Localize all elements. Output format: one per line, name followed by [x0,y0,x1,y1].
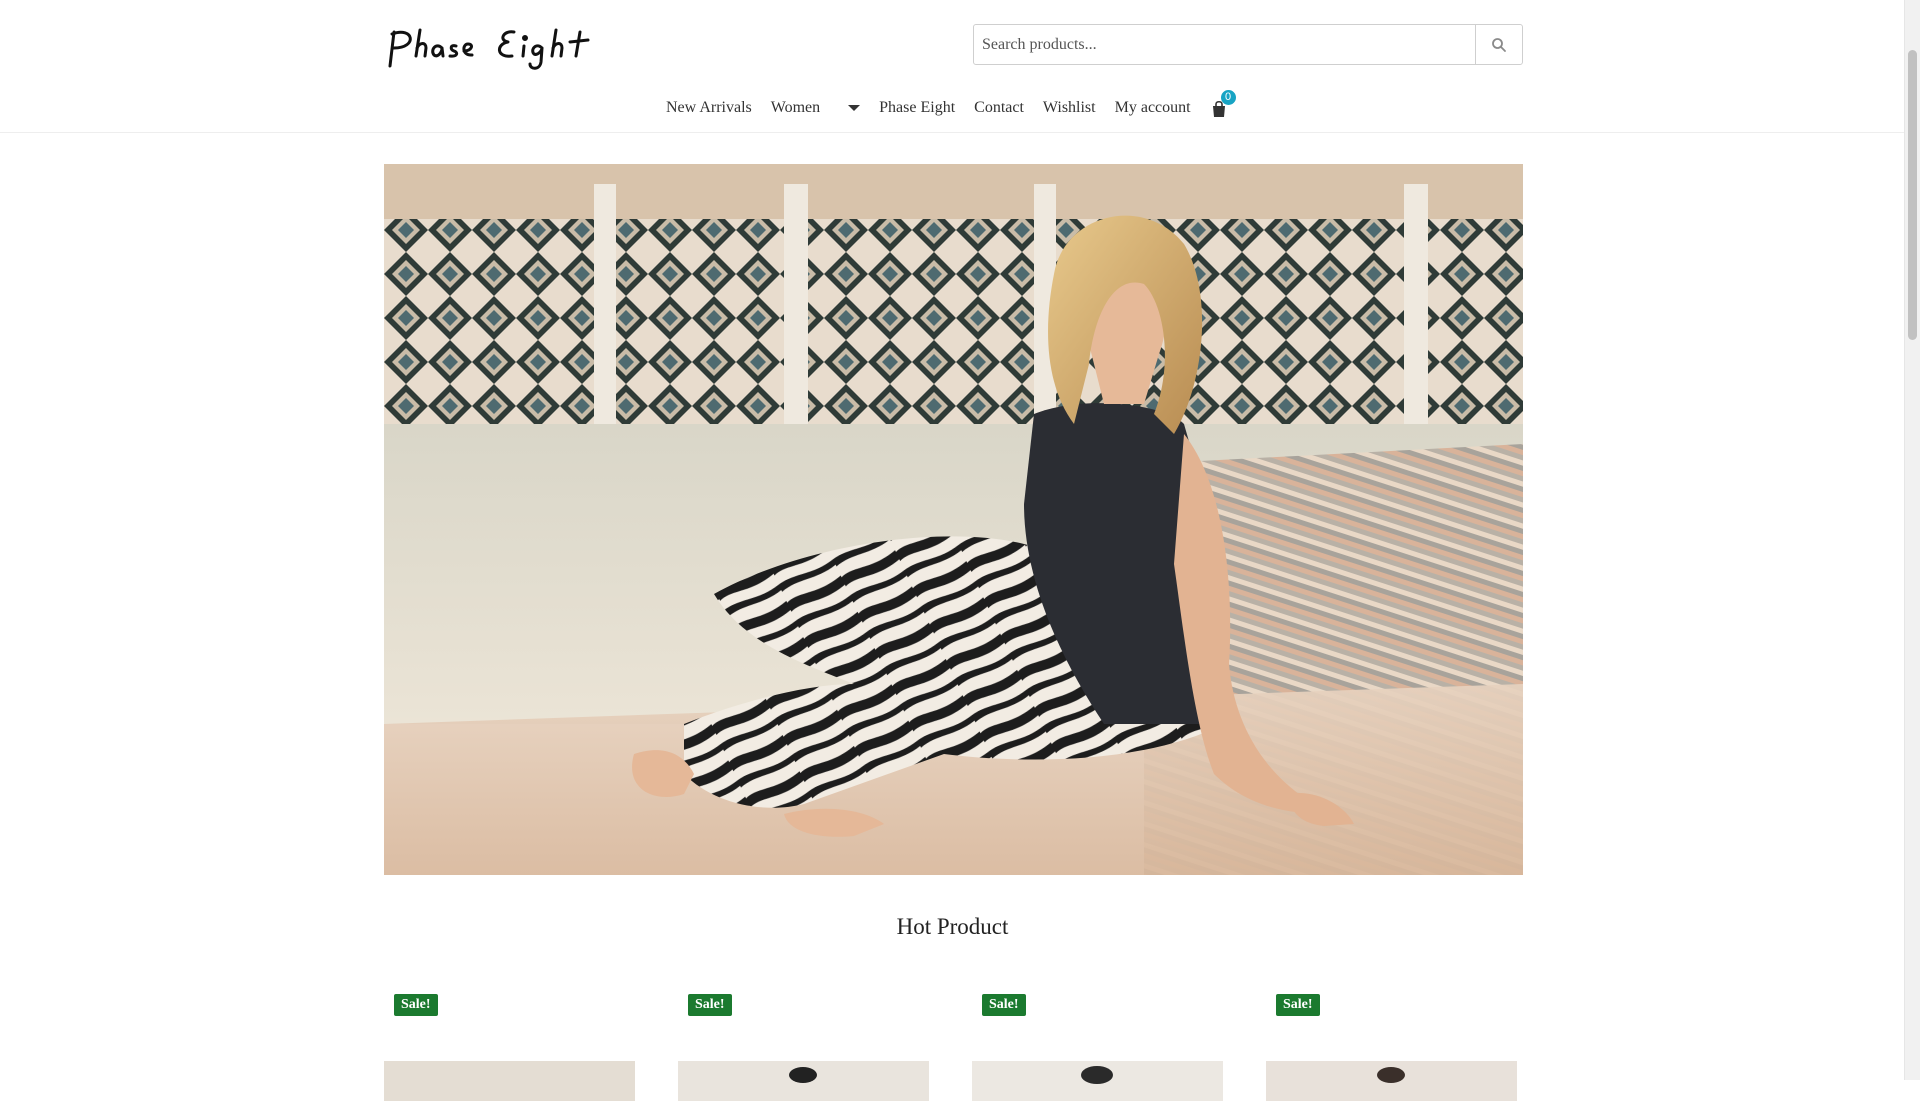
chevron-down-icon[interactable] [848,105,861,111]
nav-new-arrivals[interactable]: New Arrivals [666,99,752,117]
phase-eight-logo[interactable] [384,22,624,74]
page-scrollbar[interactable] [1904,0,1920,1080]
search-form [973,24,1523,65]
search-input[interactable] [974,25,1475,64]
product-card[interactable]: Sale! [972,990,1223,1110]
search-icon [1492,37,1506,52]
hero-image [384,164,1523,875]
product-image[interactable] [384,1061,635,1101]
nav-my-account[interactable]: My account [1115,99,1191,117]
product-card[interactable]: Sale! [678,990,929,1110]
nav-wishlist[interactable]: Wishlist [1043,99,1096,117]
product-image[interactable] [972,1061,1223,1101]
sale-badge: Sale! [394,994,438,1016]
nav-phase-eight[interactable]: Phase Eight [879,99,955,117]
product-card[interactable]: Sale! [384,990,635,1110]
sale-badge: Sale! [1276,994,1320,1016]
sale-badge: Sale! [688,994,732,1016]
nav-women[interactable]: Women [770,99,861,117]
cart-count-badge: 0 [1220,90,1236,105]
site-header: New Arrivals Women Phase Eight Contact W… [0,0,1905,133]
scrollbar-thumb[interactable] [1908,50,1917,340]
cart-button[interactable]: 0 [1210,90,1236,118]
search-button[interactable] [1475,25,1522,64]
hero-banner[interactable] [384,164,1523,875]
section-title: Hot Product [896,914,1009,939]
main-nav: New Arrivals Women Phase Eight Contact W… [666,90,1236,118]
product-image[interactable] [678,1061,929,1101]
sale-badge: Sale! [982,994,1026,1016]
product-card[interactable]: Sale! [1266,990,1517,1110]
nav-women-label: Women [770,99,821,116]
product-image[interactable] [1266,1061,1517,1101]
nav-contact[interactable]: Contact [974,99,1024,117]
